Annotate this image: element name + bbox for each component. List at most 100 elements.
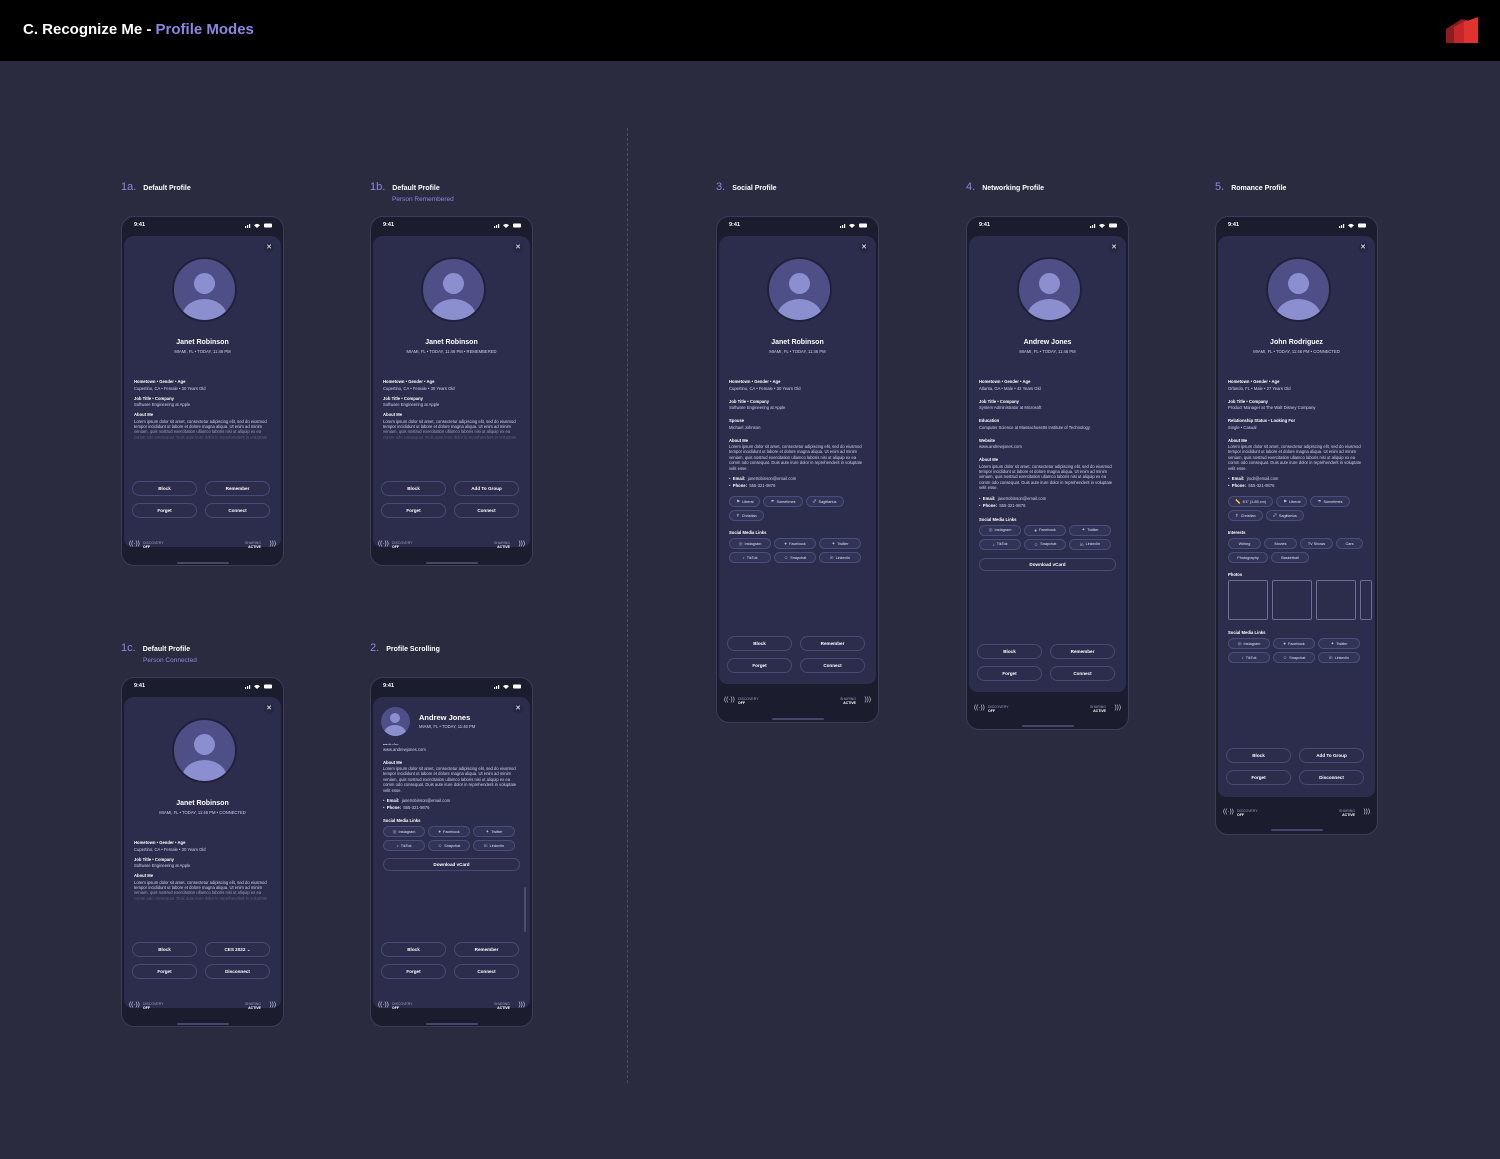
discovery-icon[interactable]: ((·)) [378, 1001, 389, 1008]
download-vcard-button[interactable]: Download vCard [383, 858, 520, 872]
connect-button[interactable]: Connect [454, 503, 519, 518]
close-icon[interactable]: ✕ [264, 704, 274, 714]
about-text: Lorem ipsum dolor sit amet, consectetur … [134, 879, 268, 903]
block-button[interactable]: Block [727, 636, 792, 651]
close-icon[interactable]: ✕ [513, 704, 523, 714]
social-snapchat[interactable]: ☺ Snapchat [774, 552, 816, 564]
social-twitter[interactable]: ✦ Twitter [819, 538, 861, 550]
forget-button[interactable]: Forget [132, 964, 197, 979]
sharing-icon[interactable]: ))) [1364, 808, 1371, 815]
scrollbar[interactable] [524, 887, 526, 932]
social-twitter[interactable]: ✦ Twitter [1069, 524, 1111, 536]
photo-slot[interactable] [1360, 580, 1372, 621]
block-button[interactable]: Block [132, 942, 197, 957]
profile-meta: MIAMI, FL • TODAY, 11:46 PM [1019, 349, 1076, 354]
remember-button[interactable]: Remember [205, 481, 270, 496]
religion-icon: ✝ [1235, 512, 1239, 518]
sharing-icon[interactable]: ))) [519, 1001, 526, 1008]
forget-button[interactable]: Forget [381, 503, 446, 518]
close-icon[interactable]: ✕ [1109, 243, 1119, 253]
sharing-icon[interactable]: ))) [270, 1001, 277, 1008]
social-facebook[interactable]: ● Facebook [428, 826, 470, 838]
social-linkedin[interactable]: in LinkedIn [819, 552, 861, 564]
social-tiktok[interactable]: ♪ TikTok [1228, 652, 1270, 664]
social-tiktok[interactable]: ♪ TikTok [729, 552, 771, 564]
block-button[interactable]: Block [132, 481, 197, 496]
remember-button[interactable]: Remember [800, 636, 865, 651]
remember-button[interactable]: Remember [454, 942, 519, 957]
social-linkedin[interactable]: in LinkedIn [473, 840, 515, 852]
status-icons [840, 223, 867, 228]
social-facebook[interactable]: ● Facebook [1273, 638, 1315, 650]
instagram-icon: ◎ [738, 540, 743, 546]
block-button[interactable]: Block [381, 942, 446, 957]
social-instagram[interactable]: ◎ Instagram [383, 826, 425, 838]
connect-button[interactable]: Connect [205, 503, 270, 518]
discovery-icon[interactable]: ((·)) [129, 540, 140, 547]
forget-button[interactable]: Forget [727, 658, 792, 673]
bottom-nav: ((·)) DISCOVERY OFF SHARING ACTIVE ))) [129, 1001, 277, 1011]
instagram-icon: ◎ [988, 527, 993, 533]
remember-button[interactable]: Remember [1050, 644, 1115, 659]
social-instagram[interactable]: ◎ Instagram [729, 538, 771, 550]
social-snapchat[interactable]: ☺ Snapchat [1024, 538, 1066, 550]
page-title: C. Recognize Me - Profile Modes [23, 21, 254, 38]
download-vcard-button[interactable]: Download vCard [979, 557, 1116, 571]
photo-gallery[interactable] [1228, 580, 1372, 621]
profile-meta: MIAMI, FL • TODAY, 11:46 PM [769, 349, 826, 354]
social-linkedin[interactable]: in LinkedIn [1318, 652, 1360, 664]
bottom-nav: ((·)) DISCOVERY OFF SHARING ACTIVE ))) [378, 1001, 526, 1011]
sharing-icon[interactable]: ))) [1115, 704, 1122, 711]
connect-button[interactable]: Connect [800, 658, 865, 673]
discovery-icon[interactable]: ((·)) [1223, 808, 1234, 815]
home-indicator [426, 562, 478, 564]
forget-button[interactable]: Forget [381, 964, 446, 979]
interest-chip: Basketball [1271, 552, 1309, 564]
sharing-icon[interactable]: ))) [519, 540, 526, 547]
instagram-icon: ◎ [392, 828, 397, 834]
discovery-icon[interactable]: ((·)) [974, 704, 985, 711]
profile-info: Website www.andrewjones.com About Me Lor… [383, 743, 520, 872]
close-icon[interactable]: ✕ [1358, 243, 1368, 253]
photo-slot[interactable] [1316, 580, 1356, 621]
social-instagram[interactable]: ◎ Instagram [1228, 638, 1270, 650]
action-buttons: Block Remember Forget Connect [727, 636, 868, 673]
status-icons [245, 684, 272, 689]
add-to-group-button[interactable]: Add To Group [454, 481, 519, 496]
social-linkedin[interactable]: in LinkedIn [1069, 538, 1111, 550]
close-icon[interactable]: ✕ [264, 243, 274, 253]
photo-slot[interactable] [1228, 580, 1268, 621]
sharing-icon[interactable]: ))) [270, 540, 277, 547]
top-bar: C. Recognize Me - Profile Modes [0, 0, 1500, 61]
forget-button[interactable]: Forget [1226, 770, 1291, 785]
discovery-icon[interactable]: ((·)) [724, 696, 735, 703]
tag-zodiac: ♐ Sagittarius [1265, 510, 1304, 522]
discovery-icon[interactable]: ((·)) [378, 540, 389, 547]
add-to-group-button[interactable]: Add To Group [1299, 748, 1364, 763]
block-button[interactable]: Block [381, 481, 446, 496]
status-icons [1090, 223, 1117, 228]
disconnect-button[interactable]: Disconnect [1299, 770, 1364, 785]
social-tiktok[interactable]: ♪ TikTok [979, 538, 1021, 550]
close-icon[interactable]: ✕ [513, 243, 523, 253]
block-button[interactable]: Block [977, 644, 1042, 659]
sharing-icon[interactable]: ))) [865, 696, 872, 703]
social-facebook[interactable]: ● Facebook [774, 538, 816, 550]
social-twitter[interactable]: ✦ Twitter [473, 826, 515, 838]
close-icon[interactable]: ✕ [859, 243, 869, 253]
social-tiktok[interactable]: ♪ TikTok [383, 840, 425, 852]
forget-button[interactable]: Forget [977, 666, 1042, 681]
photo-slot[interactable] [1272, 580, 1312, 621]
connect-button[interactable]: Connect [1050, 666, 1115, 681]
forget-button[interactable]: Forget [132, 503, 197, 518]
social-twitter[interactable]: ✦ Twitter [1318, 638, 1360, 650]
social-snapchat[interactable]: ☺ Snapchat [1273, 652, 1315, 664]
group-select-button[interactable]: CES 2022 ⌄ [205, 942, 270, 957]
disconnect-button[interactable]: Disconnect [205, 964, 270, 979]
block-button[interactable]: Block [1226, 748, 1291, 763]
social-instagram[interactable]: ◎ Instagram [979, 524, 1021, 536]
social-snapchat[interactable]: ☺ Snapchat [428, 840, 470, 852]
discovery-icon[interactable]: ((·)) [129, 1001, 140, 1008]
connect-button[interactable]: Connect [454, 964, 519, 979]
social-facebook[interactable]: ● Facebook [1024, 524, 1066, 536]
